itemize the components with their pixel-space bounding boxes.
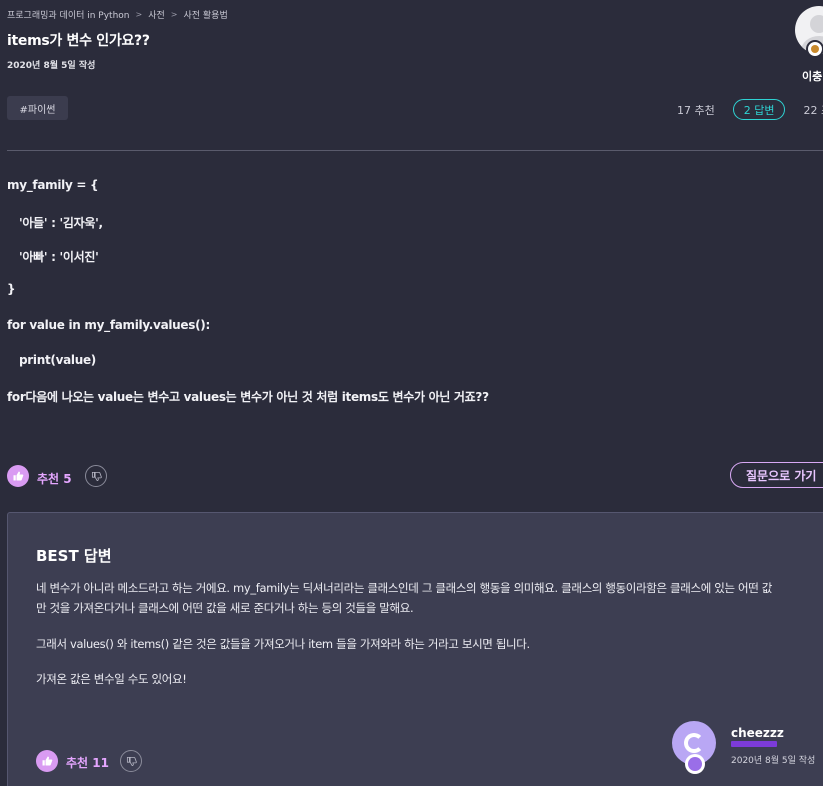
question-like-button[interactable]	[7, 465, 29, 487]
answer-like-count: 추천 11	[66, 756, 109, 770]
thumbs-up-icon	[13, 471, 24, 481]
avatar-icon	[684, 733, 704, 753]
code-line: print(value)	[19, 353, 96, 367]
question-stats: 17 추천 2 답변 22 조	[677, 99, 823, 120]
thumbs-down-icon	[126, 756, 137, 766]
answer-count-badge[interactable]: 2 답변	[732, 99, 786, 120]
level-badge-icon	[685, 754, 705, 774]
answer-like-button[interactable]	[36, 750, 58, 772]
best-answer-title: BEST 답변	[36, 547, 112, 565]
tag-python[interactable]: #파이썬	[7, 96, 68, 120]
code-line: my_family = {	[7, 178, 99, 192]
answer-dislike-button[interactable]	[120, 750, 142, 772]
best-answer-card: BEST 답변 네 변수가 아니라 메소드라고 하는 거에요. my_famil…	[7, 512, 823, 786]
question-text: for다음에 나오는 value는 변수고 values는 변수가 아닌 것 처…	[7, 390, 489, 404]
answer-paragraph: 네 변수가 아니라 메소드라고 하는 거에요. my_family는 딕셔너리라…	[36, 581, 773, 595]
thumbs-up-icon	[42, 756, 53, 766]
code-line: }	[7, 282, 16, 296]
view-count: 22 조	[803, 103, 823, 117]
answer-paragraph: 가져온 값은 변수일 수도 있어요!	[36, 672, 187, 686]
divider	[7, 150, 823, 151]
question-author-avatar[interactable]	[795, 6, 823, 66]
question-author-name[interactable]: 이충	[802, 68, 822, 84]
question-dislike-button[interactable]	[85, 465, 107, 487]
thumbs-down-icon	[91, 471, 102, 481]
code-line: '아빠' : '이서진'	[19, 250, 99, 264]
question-date: 2020년 8월 5일 작성	[7, 61, 96, 71]
level-badge-icon	[806, 40, 823, 58]
author-level-bar	[731, 741, 777, 747]
recommend-count: 17 추천	[677, 103, 715, 117]
code-line: for value in my_family.values():	[7, 318, 210, 332]
go-to-question-label: 질문으로 가기	[746, 468, 817, 483]
page: 프로그래밍과 데이터 in Python > 사전 > 사전 활용법 items…	[0, 0, 823, 786]
question-title: items가 변수 인가요??	[7, 33, 150, 49]
breadcrumb-separator: >	[170, 10, 178, 19]
question-like-count: 추천 5	[37, 472, 72, 486]
breadcrumb-item-chapter[interactable]: 사전	[148, 8, 165, 21]
breadcrumb-item-course[interactable]: 프로그래밍과 데이터 in Python	[7, 8, 130, 21]
answer-paragraph: 만 것을 가져온다거나 클래스에 어떤 값을 새로 준다거나 하는 등의 것들을…	[36, 601, 414, 615]
answer-author-name[interactable]: cheezzz	[731, 726, 784, 740]
answer-date: 2020년 8월 5일 작성	[731, 756, 816, 766]
breadcrumb-item-lesson[interactable]: 사전 활용법	[183, 8, 227, 21]
go-to-question-button[interactable]: 질문으로 가기 ›	[730, 462, 823, 488]
answer-paragraph: 그래서 values() 와 items() 같은 것은 값들을 가져오거나 i…	[36, 637, 530, 651]
breadcrumb: 프로그래밍과 데이터 in Python > 사전 > 사전 활용법	[7, 8, 228, 21]
breadcrumb-separator: >	[135, 10, 143, 19]
code-line: '아들' : '김자욱',	[19, 216, 103, 230]
